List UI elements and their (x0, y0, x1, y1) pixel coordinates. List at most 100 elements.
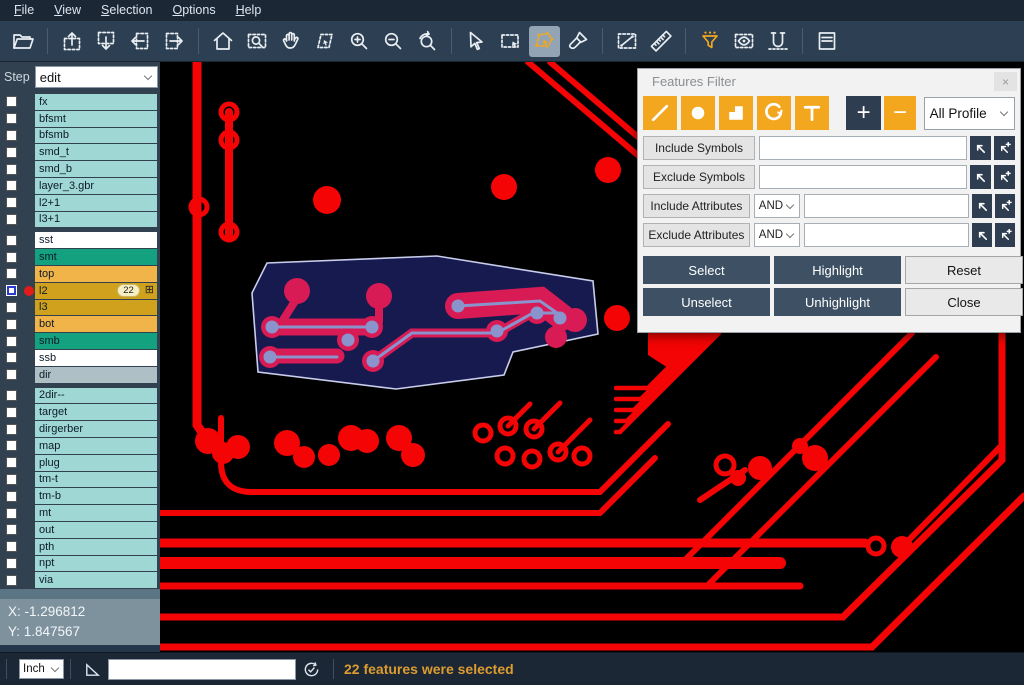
tool-zoom-out[interactable] (378, 26, 409, 57)
layer-checkbox[interactable] (6, 252, 17, 263)
layer-checkbox[interactable] (6, 130, 17, 141)
layer-checkbox[interactable] (6, 285, 17, 296)
tool-zoom-in[interactable] (344, 26, 375, 57)
layer-checkbox[interactable] (6, 369, 17, 380)
tool-rect-select[interactable] (495, 26, 526, 57)
add-from-canvas-button[interactable] (994, 136, 1015, 160)
tool-features-filter[interactable] (695, 26, 726, 57)
tool-import-bottom[interactable] (91, 26, 122, 57)
layer-row-via[interactable]: via (0, 572, 160, 588)
layer-checkbox[interactable] (6, 440, 17, 451)
layer-checkbox[interactable] (6, 180, 17, 191)
tool-export-top[interactable] (57, 26, 88, 57)
layer-row-layer_3.gbr[interactable]: layer_3.gbr (0, 178, 160, 194)
add-from-canvas-button[interactable] (995, 194, 1015, 218)
unhighlight-button[interactable]: Unhighlight (774, 288, 901, 316)
filter-shape-arc[interactable] (757, 96, 791, 130)
profile-select[interactable]: All Profile (924, 97, 1015, 130)
layer-checkbox[interactable] (6, 164, 17, 175)
filter-label-button[interactable]: Include Attributes (643, 194, 750, 218)
pick-from-canvas-button[interactable] (970, 165, 991, 189)
menu-help[interactable]: Help (226, 0, 272, 21)
layer-row-target[interactable]: target (0, 404, 160, 420)
layer-checkbox[interactable] (6, 491, 17, 502)
pick-from-canvas-button[interactable] (972, 194, 992, 218)
layer-checkbox[interactable] (6, 424, 17, 435)
layer-checkbox[interactable] (6, 541, 17, 552)
layer-row-fx[interactable]: fx (0, 94, 160, 110)
filter-label-button[interactable]: Include Symbols (643, 136, 755, 160)
layer-row-bot[interactable]: bot (0, 316, 160, 332)
layer-row-plug[interactable]: plug (0, 455, 160, 471)
layer-row-dirgerber[interactable]: dirgerber (0, 421, 160, 437)
filter-label-button[interactable]: Exclude Symbols (643, 165, 755, 189)
tool-shift-left[interactable] (125, 26, 156, 57)
menu-selection[interactable]: Selection (91, 0, 162, 21)
add-filter-button[interactable]: + (846, 96, 881, 130)
tool-pan[interactable] (276, 26, 307, 57)
filter-value-input[interactable] (759, 136, 967, 160)
tool-polygon-select[interactable] (529, 26, 560, 57)
layer-checkbox[interactable] (6, 508, 17, 519)
layer-checkbox[interactable] (6, 336, 17, 347)
layer-checkbox[interactable] (6, 268, 17, 279)
operator-select[interactable]: AND (754, 223, 800, 247)
layer-row-out[interactable]: out (0, 522, 160, 538)
refresh-check-icon[interactable] (302, 660, 321, 679)
unit-select[interactable]: Inch (19, 659, 64, 679)
layer-checkbox[interactable] (6, 147, 17, 158)
layer-checkbox[interactable] (6, 558, 17, 569)
tool-home[interactable] (208, 26, 239, 57)
close-button[interactable]: Close (905, 288, 1023, 316)
layer-row-l3[interactable]: l3 (0, 300, 160, 316)
layer-checkbox[interactable] (6, 524, 17, 535)
layer-row-dir[interactable]: dir (0, 367, 160, 383)
tool-measure[interactable] (612, 26, 643, 57)
tool-ruler[interactable] (646, 26, 677, 57)
tool-zoom-reset[interactable] (412, 26, 443, 57)
menu-view[interactable]: View (44, 0, 91, 21)
tool-clean-erase[interactable] (563, 26, 594, 57)
filter-shape-text[interactable] (795, 96, 829, 130)
tool-pointer-select[interactable] (461, 26, 492, 57)
layer-row-map[interactable]: map (0, 438, 160, 454)
remove-filter-button[interactable]: − (884, 96, 915, 130)
layer-row-smb[interactable]: smb (0, 333, 160, 349)
layer-row-tm-b[interactable]: tm-b (0, 488, 160, 504)
pick-from-canvas-button[interactable] (972, 223, 992, 247)
pick-from-canvas-button[interactable] (970, 136, 991, 160)
filter-value-input[interactable] (804, 223, 969, 247)
layer-checkbox[interactable] (6, 235, 17, 246)
filter-value-input[interactable] (804, 194, 969, 218)
operator-select[interactable]: AND (754, 194, 800, 218)
layer-checkbox[interactable] (6, 457, 17, 468)
layer-checkbox[interactable] (6, 390, 17, 401)
layer-checkbox[interactable] (6, 575, 17, 586)
layer-checkbox[interactable] (6, 197, 17, 208)
menu-options[interactable]: Options (162, 0, 225, 21)
layer-row-mt[interactable]: mt (0, 505, 160, 521)
unselect-button[interactable]: Unselect (643, 288, 770, 316)
select-button[interactable]: Select (643, 256, 770, 284)
close-icon[interactable]: × (994, 72, 1017, 91)
layer-checkbox[interactable] (6, 352, 17, 363)
add-from-canvas-button[interactable] (994, 165, 1015, 189)
menu-file[interactable]: File (4, 0, 44, 21)
tool-snap[interactable] (763, 26, 794, 57)
layer-row-sst[interactable]: sst (0, 232, 160, 248)
tool-view-box[interactable] (729, 26, 760, 57)
layer-row-2dir--[interactable]: 2dir-- (0, 388, 160, 404)
tool-zoom-polygon[interactable] (310, 26, 341, 57)
highlight-button[interactable]: Highlight (774, 256, 901, 284)
layer-row-npt[interactable]: npt (0, 556, 160, 572)
step-select[interactable]: edit (35, 66, 158, 88)
reset-button[interactable]: Reset (905, 256, 1023, 284)
filter-shape-surface[interactable] (719, 96, 753, 130)
dialog-title-bar[interactable]: Features Filter × (638, 69, 1020, 94)
layer-row-l2[interactable]: l222⊞ (0, 283, 160, 299)
layer-checkbox[interactable] (6, 302, 17, 313)
layer-row-l2+1[interactable]: l2+1 (0, 195, 160, 211)
layer-row-bfsmb[interactable]: bfsmb (0, 128, 160, 144)
layer-checkbox[interactable] (6, 319, 17, 330)
tool-zoom-window[interactable] (242, 26, 273, 57)
